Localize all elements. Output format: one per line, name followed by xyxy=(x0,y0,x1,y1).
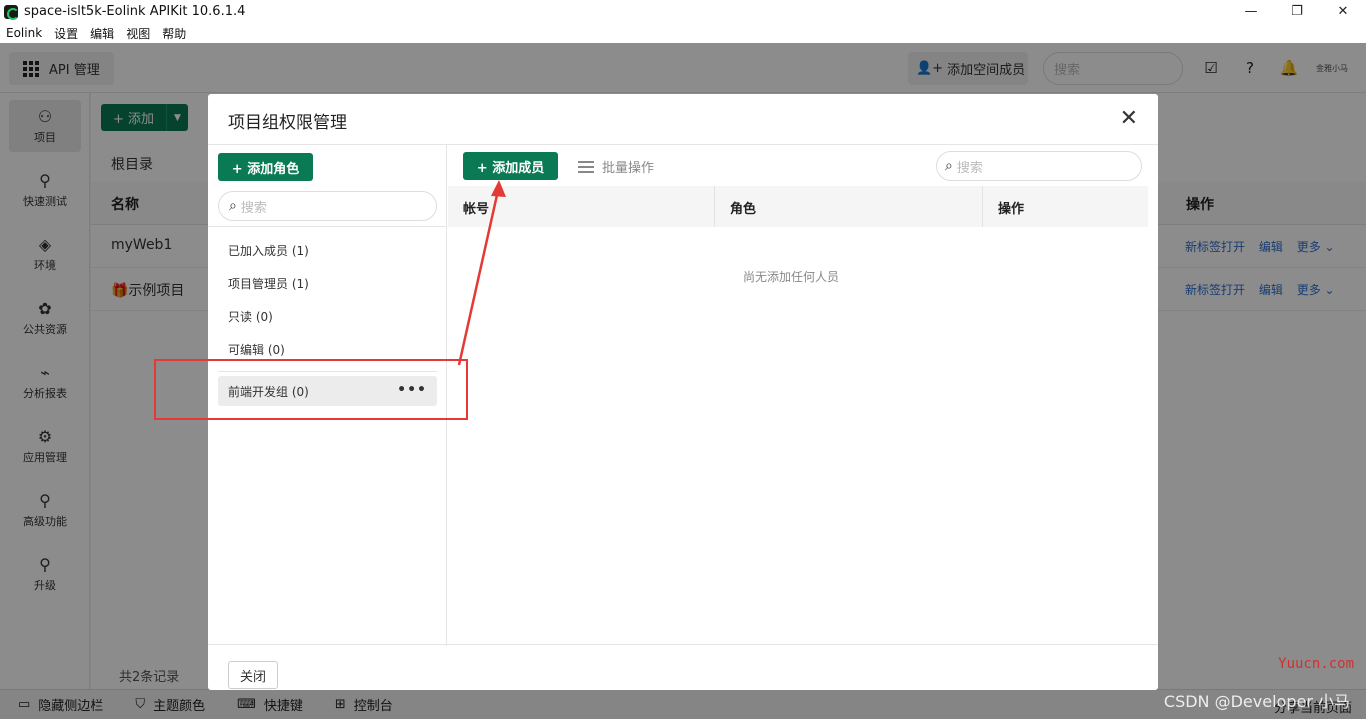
member-table-header: 帐号 角色 操作 xyxy=(448,186,1148,227)
batch-operation-label: 批量操作 xyxy=(602,161,655,176)
member-search-placeholder: 搜索 xyxy=(956,160,983,176)
search-icon: ⌕ xyxy=(229,198,237,214)
role-item-readonly[interactable]: 只读 (0) xyxy=(228,308,273,325)
app-logo-icon xyxy=(4,4,19,20)
list-icon xyxy=(578,160,594,173)
add-member-button[interactable]: + 添加成员 xyxy=(463,152,558,180)
member-panel: + 添加成员 批量操作 ⌕ 搜索 帐号 角色 操作 尚无添加任何人员 xyxy=(448,145,1158,646)
menu-view[interactable]: 视图 xyxy=(126,25,150,42)
batch-operation-button[interactable]: 批量操作 xyxy=(578,157,654,176)
annotation-highlight-box xyxy=(154,359,468,420)
close-button[interactable]: 关闭 xyxy=(228,661,278,689)
search-icon: ⌕ xyxy=(945,158,953,174)
column-header-role: 角色 xyxy=(730,202,757,217)
menu-edit[interactable]: 编辑 xyxy=(90,25,114,42)
role-item-joined[interactable]: 已加入成员 (1) xyxy=(228,242,309,259)
divider xyxy=(208,226,447,227)
window-title: space-islt5k-Eolink APIKit 10.6.1.4 xyxy=(24,4,246,19)
close-window-button[interactable]: ✕ xyxy=(1320,0,1366,23)
menu-eolink[interactable]: Eolink xyxy=(6,26,42,40)
maximize-button[interactable]: ❐ xyxy=(1274,0,1320,23)
role-search-placeholder: 搜索 xyxy=(240,200,267,216)
empty-state-text: 尚无添加任何人员 xyxy=(743,270,840,284)
modal-title: 项目组权限管理 xyxy=(228,113,347,133)
window-controls: — ❐ ✕ xyxy=(1228,0,1366,23)
minimize-button[interactable]: — xyxy=(1228,0,1274,23)
window-titlebar: space-islt5k-Eolink APIKit 10.6.1.4 — ❐ … xyxy=(0,0,1366,23)
menubar: Eolink 设置 编辑 视图 帮助 xyxy=(0,23,1366,43)
column-header-ops: 操作 xyxy=(998,202,1025,217)
member-search-input[interactable]: ⌕ 搜索 xyxy=(936,151,1142,181)
role-search-input[interactable]: ⌕ 搜索 xyxy=(218,191,437,221)
modal-footer: 关闭 xyxy=(208,645,1158,690)
menu-help[interactable]: 帮助 xyxy=(162,25,186,42)
column-divider xyxy=(714,186,715,227)
add-role-button[interactable]: + 添加角色 xyxy=(218,153,313,181)
menu-settings[interactable]: 设置 xyxy=(54,25,78,42)
role-item-editable[interactable]: 可编辑 (0) xyxy=(228,341,285,358)
role-item-admin[interactable]: 项目管理员 (1) xyxy=(228,275,309,292)
watermark: Yuucn.com xyxy=(1278,656,1354,672)
close-icon[interactable]: ✕ xyxy=(1120,106,1138,131)
column-divider xyxy=(982,186,983,227)
column-header-account: 帐号 xyxy=(463,202,490,217)
watermark-csdn: CSDN @Developer 小马 xyxy=(1163,692,1350,711)
